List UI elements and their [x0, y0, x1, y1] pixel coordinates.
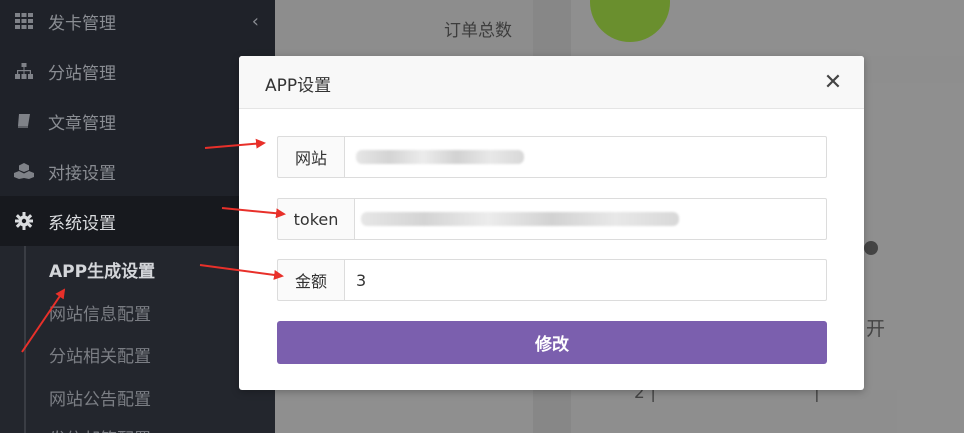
sidebar-item-label: 文章管理: [48, 113, 116, 134]
sidebar-item-articles[interactable]: 文章管理: [0, 96, 275, 146]
sidebar-item-system-settings[interactable]: 系统设置: [0, 196, 275, 246]
right-panel: [864, 83, 964, 433]
redacted-value: [356, 150, 524, 164]
token-input[interactable]: [354, 198, 827, 240]
gear-icon: [14, 211, 34, 231]
sitemap-icon: [14, 61, 34, 81]
amount-input[interactable]: 3: [344, 259, 827, 301]
app-settings-dialog: APP设置 ✕ 网站 token 金额 3 修改: [239, 56, 864, 390]
submenu-announcement[interactable]: 网站公告配置: [49, 385, 151, 410]
peek-text-3: 开: [866, 318, 886, 340]
token-label: token: [277, 198, 354, 240]
dot-icon: [864, 241, 878, 255]
chevron-left-icon: ‹: [251, 10, 259, 32]
sidebar: 发卡管理 ‹ 分站管理 文章管理 对接设置 系统设置 APP生成设置 网站信息配…: [0, 0, 275, 433]
sidebar-item-label: 发卡管理: [48, 13, 116, 34]
submenu-substation-config[interactable]: 分站相关配置: [49, 342, 151, 367]
website-input[interactable]: [344, 136, 827, 178]
submenu-email-config[interactable]: 发信邮箱配置: [49, 425, 151, 433]
sidebar-item-label: 系统设置: [48, 213, 116, 234]
close-icon[interactable]: ✕: [823, 72, 843, 94]
dialog-header: APP设置 ✕: [239, 56, 864, 109]
cubes-icon: [14, 161, 34, 181]
sidebar-item-label: 对接设置: [48, 163, 116, 184]
website-field: 网站: [277, 136, 827, 178]
redacted-value: [361, 212, 679, 226]
website-label: 网站: [277, 136, 344, 178]
amount-field: 金额 3: [277, 259, 827, 301]
submenu-site-info[interactable]: 网站信息配置: [49, 300, 151, 325]
submenu-app-settings[interactable]: APP生成设置: [49, 257, 155, 282]
order-total-label: 订单总数: [444, 21, 512, 41]
sidebar-item-label: 分站管理: [48, 63, 116, 84]
grid-icon: [14, 11, 34, 31]
sidebar-item-docking[interactable]: 对接设置: [0, 146, 275, 196]
token-field: token: [277, 198, 827, 240]
submit-button[interactable]: 修改: [277, 321, 827, 364]
book-icon: [14, 111, 34, 131]
sidebar-item-card-management[interactable]: 发卡管理 ‹: [0, 0, 275, 46]
sidebar-item-substation[interactable]: 分站管理: [0, 46, 275, 96]
submenu-divider: [24, 246, 26, 433]
amount-label: 金额: [277, 259, 344, 301]
dialog-title: APP设置: [265, 76, 332, 96]
